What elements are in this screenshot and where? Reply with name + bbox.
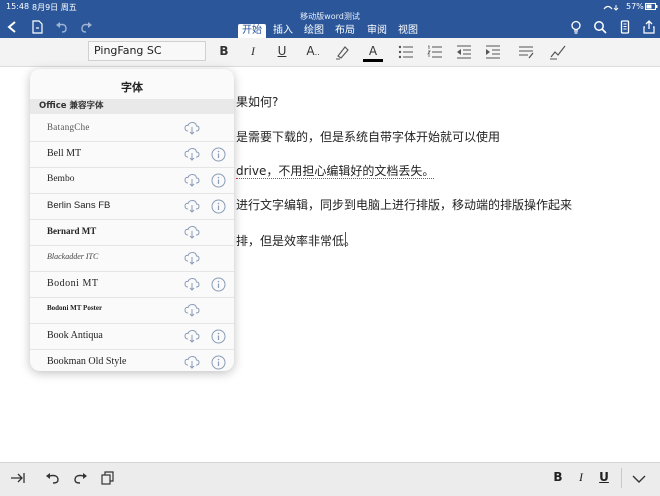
status-icons — [603, 5, 619, 11]
font-panel-title: 字体 — [121, 81, 143, 94]
cloud-download-icon[interactable] — [184, 199, 200, 213]
cloud-download-icon[interactable] — [184, 225, 200, 239]
font-item-bodoni-mt[interactable]: Bodoni MT — [30, 272, 234, 298]
font-color-bar — [363, 59, 383, 62]
doc-line-5: 排，但是效率非常低。 — [236, 234, 357, 248]
font-item-bodoni-mt-poster[interactable]: Bodoni MT Poster — [30, 298, 234, 324]
styles-pen-icon[interactable] — [549, 44, 567, 60]
tab-key-icon[interactable] — [10, 471, 26, 485]
underline-button[interactable]: U — [274, 44, 290, 60]
share-icon[interactable] — [642, 20, 656, 34]
info-icon[interactable] — [211, 329, 226, 344]
font-item-label: Bembo — [47, 174, 75, 184]
font-item-bookman-old-style[interactable]: Bookman Old Style — [30, 350, 234, 371]
font-item-bembo[interactable]: Bembo — [30, 168, 234, 194]
font-section-header: Office 兼容字体 — [30, 99, 234, 114]
doc-line-3: drive，不用担心编辑好的文档丢失。 — [236, 162, 435, 179]
tab-review[interactable]: 审阅 — [364, 24, 390, 38]
font-item-blackadder-itc[interactable]: Blackadder ITC — [30, 246, 234, 272]
tab-draw[interactable]: 绘图 — [301, 24, 327, 38]
info-icon[interactable] — [211, 147, 226, 162]
cloud-download-icon[interactable] — [184, 173, 200, 187]
highlighter-icon[interactable] — [334, 44, 352, 60]
tab-insert[interactable]: 插入 — [270, 24, 296, 38]
paste-icon[interactable] — [101, 471, 115, 485]
status-time: 15:48 — [6, 2, 30, 11]
undo-icon[interactable] — [45, 471, 61, 485]
cloud-download-icon[interactable] — [184, 355, 200, 369]
numbered-list-icon[interactable] — [427, 45, 443, 59]
font-item-label: Bernard MT — [47, 226, 97, 236]
cloud-download-icon[interactable] — [184, 251, 200, 265]
redo-icon[interactable] — [79, 20, 93, 34]
paragraph-styles-icon[interactable] — [518, 45, 534, 59]
cloud-download-icon[interactable] — [184, 303, 200, 317]
info-icon[interactable] — [211, 277, 226, 292]
font-item-label: Book Antiqua — [47, 330, 103, 341]
title-bar: 15:48 8月9日 周五 57% 移动版word测试 开始 插入 绘图 布局 … — [0, 0, 660, 38]
bullet-list-icon[interactable] — [398, 45, 414, 59]
info-icon[interactable] — [211, 355, 226, 370]
document-title: 移动版word测试 — [300, 12, 360, 21]
font-item-label: Bookman Old Style — [47, 356, 127, 367]
font-item-label: Blackadder ITC — [47, 252, 99, 261]
status-battery: 57% — [626, 2, 644, 11]
font-item-label: Bodoni MT — [47, 278, 99, 289]
search-icon[interactable] — [593, 20, 607, 34]
font-item-bell-mt[interactable]: Bell MT — [30, 142, 234, 168]
decrease-indent-icon[interactable] — [456, 45, 472, 59]
cloud-download-icon[interactable] — [184, 121, 200, 135]
chevron-down-icon[interactable] — [632, 474, 646, 484]
font-item-book-antiqua[interactable]: Book Antiqua — [30, 324, 234, 350]
info-icon[interactable] — [211, 173, 226, 188]
undo-icon[interactable] — [55, 20, 69, 34]
font-color-label: A — [368, 44, 378, 58]
battery-icon — [645, 3, 658, 10]
font-color-button[interactable]: A — [364, 44, 382, 60]
cloud-download-icon[interactable] — [184, 147, 200, 161]
tab-layout[interactable]: 布局 — [332, 24, 358, 38]
cloud-download-icon[interactable] — [184, 277, 200, 291]
font-item-berlin-sans-fb[interactable]: Berlin Sans FB — [30, 194, 234, 220]
font-item-label: Bodoni MT Poster — [47, 304, 103, 312]
font-size-label: A — [306, 44, 315, 58]
bold-button[interactable]: B — [216, 44, 232, 60]
font-item-label: BatangChe — [47, 122, 90, 132]
file-icon[interactable] — [30, 20, 44, 34]
bold-button-bottom[interactable]: B — [551, 470, 565, 488]
redo-icon[interactable] — [72, 471, 88, 485]
font-size-button[interactable]: A.. — [302, 44, 324, 60]
font-item-batangche[interactable]: BatangChe — [30, 116, 234, 142]
font-item-label: Berlin Sans FB — [47, 200, 111, 211]
phone-view-icon[interactable] — [618, 20, 632, 34]
font-item-label: Bell MT — [47, 148, 82, 159]
toolbar-divider — [621, 468, 622, 488]
font-picker-popover: 字体 Office 兼容字体 BatangChe Bell MT Bembo B… — [30, 69, 234, 371]
cloud-download-icon[interactable] — [184, 329, 200, 343]
info-icon[interactable] — [211, 199, 226, 214]
doc-line-4: 进行文字编辑，同步到电脑上进行排版，移动端的排版操作起来 — [236, 198, 573, 212]
back-icon[interactable] — [6, 20, 20, 34]
tab-view[interactable]: 视图 — [395, 24, 421, 38]
text-cursor — [345, 232, 346, 247]
font-item-bernard-mt[interactable]: Bernard MT — [30, 220, 234, 246]
increase-indent-icon[interactable] — [485, 45, 501, 59]
tab-home[interactable]: 开始 — [238, 24, 266, 38]
italic-button-bottom[interactable]: I — [574, 470, 588, 488]
underline-button-bottom[interactable]: U — [597, 470, 611, 488]
doc-line-2: 是需要下载的，但是系统自带字体开始就可以使用 — [236, 130, 501, 144]
italic-button[interactable]: I — [245, 44, 261, 60]
doc-line-1: 果如何? — [236, 95, 279, 109]
lightbulb-icon[interactable] — [569, 20, 583, 34]
dots-icon: .. — [314, 48, 320, 57]
font-name-field[interactable]: PingFang SC — [88, 41, 206, 61]
doc-line-3-text: drive，不用担心编辑好的文档丢失。 — [236, 164, 435, 179]
